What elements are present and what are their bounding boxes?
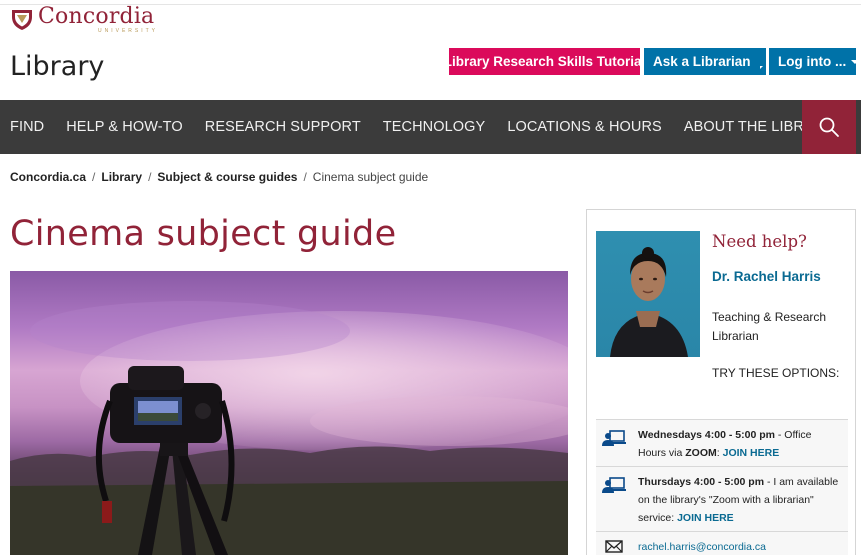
search-button[interactable]	[802, 100, 856, 154]
breadcrumb: Concordia.ca / Library / Subject & cours…	[10, 170, 428, 184]
caret-down-icon	[851, 59, 860, 64]
search-icon	[819, 117, 839, 137]
camera-on-tripod-illustration	[10, 301, 568, 555]
contact-option-thursday: Thursdays 4:00 - 5:00 pm - I am availabl…	[596, 466, 848, 531]
nav-locations-hours[interactable]: LOCATIONS & HOURS	[507, 119, 662, 135]
nav-find[interactable]: FIND	[10, 119, 44, 135]
librarian-role: Teaching & Research Librarian	[712, 310, 827, 343]
breadcrumb-current: Cinema subject guide	[312, 170, 429, 184]
envelope-icon	[605, 540, 623, 553]
nav-technology[interactable]: TECHNOLOGY	[383, 119, 486, 135]
breadcrumb-subject-guides[interactable]: Subject & course guides	[157, 170, 297, 184]
concordia-logo[interactable]: Concordia UNIVERSITY	[10, 6, 158, 36]
librarian-portrait	[610, 247, 688, 357]
wednesday-hours: Wednesdays 4:00 - 5:00 pm	[638, 429, 775, 441]
main-nav: FIND HELP & HOW-TO RESEARCH SUPPORT TECH…	[0, 100, 861, 154]
nav-help-how-to[interactable]: HELP & HOW-TO	[66, 119, 183, 135]
research-skills-tutorial-button[interactable]: Library Research Skills Tutorial	[444, 48, 645, 75]
logo-subtext: UNIVERSITY	[98, 28, 159, 34]
hero-image	[10, 271, 568, 555]
log-into-dropdown[interactable]: Log into ...	[769, 48, 860, 75]
breadcrumb-separator: /	[303, 170, 307, 184]
video-call-icon	[602, 477, 626, 493]
contact-option-email: rachel.harris@concordia.ca	[596, 531, 848, 555]
zoom-label: ZOOM	[685, 447, 717, 459]
concordia-shield-icon	[12, 10, 32, 30]
librarian-name-link[interactable]: Dr. Rachel Harris	[712, 269, 821, 284]
thursday-hours: Thursdays 4:00 - 5:00 pm	[638, 476, 765, 488]
ask-button-label: Ask a Librarian	[653, 54, 751, 69]
join-here-link-wednesday[interactable]: JOIN HERE	[723, 447, 780, 459]
breadcrumb-concordia[interactable]: Concordia.ca	[10, 170, 86, 184]
site-title[interactable]: Library	[10, 51, 104, 82]
email-link[interactable]: rachel.harris@concordia.ca	[638, 541, 766, 553]
join-here-link-thursday[interactable]: JOIN HERE	[677, 512, 734, 524]
contact-options-list: Wednesdays 4:00 - 5:00 pm - Office Hours…	[596, 419, 848, 555]
try-options-label: TRY THESE OPTIONS:	[712, 366, 840, 380]
tutorial-button-label: Library Research Skills Tutorial	[443, 54, 646, 69]
nav-research-support[interactable]: RESEARCH SUPPORT	[205, 119, 361, 135]
need-help-sidebar: Need help? Dr. Rachel Harris Teaching & …	[586, 209, 856, 555]
breadcrumb-separator: /	[92, 170, 96, 184]
login-button-label: Log into ...	[778, 54, 847, 69]
ask-librarian-button[interactable]: Ask a Librarian	[644, 48, 766, 75]
page-title: Cinema subject guide	[10, 214, 397, 254]
librarian-photo	[596, 231, 700, 357]
breadcrumb-library[interactable]: Library	[101, 170, 142, 184]
contact-option-wednesday: Wednesdays 4:00 - 5:00 pm - Office Hours…	[596, 419, 848, 466]
breadcrumb-separator: /	[148, 170, 152, 184]
need-help-heading: Need help?	[712, 232, 807, 251]
logo-wordmark: Concordia	[38, 4, 155, 29]
video-call-icon	[602, 430, 626, 446]
